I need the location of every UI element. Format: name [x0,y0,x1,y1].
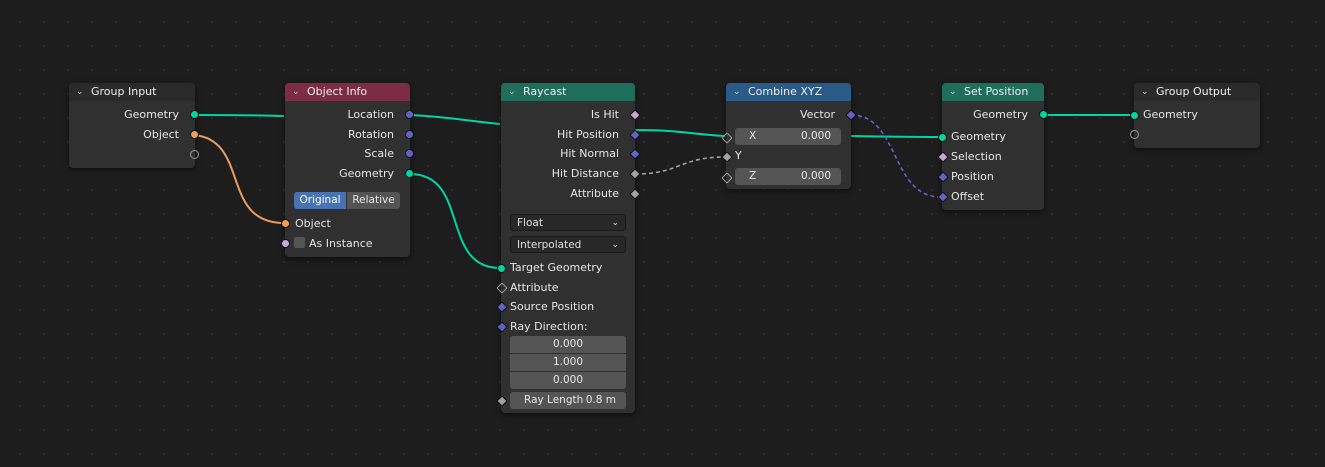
x-value: 0.000 [800,130,831,142]
output-hit-position: Hit Position [557,128,619,141]
node-title: Combine XYZ [748,85,823,98]
object-info-node[interactable]: ⌄ Object Info Location Rotation Scale Ge… [281,83,414,257]
input-selection: Selection [951,150,1002,163]
link-geometry-to-object-info [193,114,285,117]
input-source-position: Source Position [510,300,595,313]
group-input-header[interactable]: ⌄ Group Input [69,83,195,101]
ray-length-field[interactable]: Ray Length 0.8 m [510,392,626,409]
output-attribute: Attribute [570,187,619,200]
chevron-down-icon[interactable]: ⌄ [292,83,300,101]
output-vector: Vector [799,108,835,121]
node-links [193,113,1134,269]
output-object: Object [143,128,179,141]
original-button[interactable]: Original [294,192,346,209]
geometry-input-socket[interactable] [938,133,947,142]
link-location-to-raycast [409,114,501,125]
chevron-down-icon[interactable]: ⌄ [733,83,741,101]
ray-direction-y-value: 1.000 [552,356,584,368]
target-geometry-input-socket[interactable] [497,264,506,273]
group-output-header[interactable]: ⌄ Group Output [1134,83,1260,101]
mapping-dropdown[interactable]: Interpolated ⌄ [510,236,626,253]
input-y: Y [735,149,742,162]
group-output-node[interactable]: ⌄ Group Output Geometry [1130,83,1260,148]
ray-direction-z-value: 0.000 [552,374,584,386]
input-attribute: Attribute [510,281,559,294]
input-geometry: Geometry [1143,108,1198,121]
empty-output-socket[interactable] [190,150,199,159]
object-info-header[interactable]: ⌄ Object Info [285,83,410,101]
rotation-output-socket[interactable] [405,130,414,139]
ray-direction-z-field[interactable]: 0.000 [510,372,626,389]
z-value: 0.000 [800,170,831,182]
ray-direction-x-field[interactable]: 0.000 [510,336,626,353]
empty-input-socket[interactable] [1130,130,1139,139]
relative-button[interactable]: Relative [347,192,400,209]
chevron-down-icon[interactable]: ⌄ [1141,83,1149,101]
node-title: Set Position [964,85,1029,98]
input-geometry: Geometry [951,130,1006,143]
input-as-instance: As Instance [309,237,373,250]
output-geometry: Geometry [339,167,394,180]
z-field[interactable]: Z 0.000 [735,168,841,185]
dropdown-arrow-icon: ⌄ [611,218,619,228]
dropdown-arrow-icon: ⌄ [611,240,619,250]
geometry-output-socket[interactable] [405,169,414,178]
output-rotation: Rotation [347,128,394,141]
ray-length-label: Ray Length [524,394,584,406]
as-instance-input-socket[interactable] [281,239,290,248]
set-position-node[interactable]: ⌄ Set Position Geometry Geometry Selecti… [937,83,1048,210]
geometry-output-socket[interactable] [190,110,199,119]
group-input-node[interactable]: ⌄ Group Input Geometry Object [69,83,199,168]
x-field[interactable]: X 0.000 [735,128,841,145]
object-input-socket[interactable] [281,219,290,228]
output-scale: Scale [364,147,394,160]
link-raycast-to-set-position [850,135,942,138]
link-geometry-to-target-geometry [409,173,501,269]
geometry-input-socket[interactable] [1130,111,1139,120]
output-is-hit: Is Hit [590,108,619,121]
input-object: Object [295,217,331,230]
ray-length-value: 0.8 m [585,394,616,406]
location-output-socket[interactable] [405,110,414,119]
x-label: X [749,130,757,142]
output-hit-normal: Hit Normal [560,147,619,160]
chevron-down-icon[interactable]: ⌄ [508,83,516,101]
input-offset: Offset [951,190,985,203]
output-geometry: Geometry [124,108,179,121]
raycast-header[interactable]: ⌄ Raycast [501,83,635,101]
ray-direction-x-value: 0.000 [552,338,584,350]
data-type-value: Float [517,217,543,229]
output-hit-distance: Hit Distance [551,167,619,180]
output-geometry: Geometry [973,108,1028,121]
output-location: Location [347,108,394,121]
node-title: Group Output [1156,85,1232,98]
mapping-value: Interpolated [517,239,582,251]
combine-xyz-node[interactable]: ⌄ Combine XYZ Vector X 0.000 Y Z 0.000 [721,83,857,189]
node-title: Object Info [307,85,368,98]
set-position-header[interactable]: ⌄ Set Position [942,83,1044,101]
chevron-down-icon[interactable]: ⌄ [76,83,84,101]
object-output-socket[interactable] [190,130,199,139]
combine-xyz-header[interactable]: ⌄ Combine XYZ [726,83,851,101]
geometry-output-socket[interactable] [1039,110,1048,119]
ray-direction-y-field[interactable]: 1.000 [510,354,626,371]
z-label: Z [749,170,757,182]
as-instance-checkbox[interactable] [294,237,305,248]
link-object-to-object-info [193,134,285,224]
raycast-node[interactable]: ⌄ Raycast Is Hit Hit Position Hit Normal… [496,83,641,413]
link-hit-distance-to-y [634,156,726,175]
input-ray-direction: Ray Direction: [510,320,588,333]
link-vector-to-offset [850,114,942,198]
node-title: Group Input [91,85,157,98]
data-type-dropdown[interactable]: Float ⌄ [510,214,626,231]
input-position: Position [951,170,994,183]
link-hit-position-to-x [634,129,726,137]
node-title: Raycast [523,85,567,98]
scale-output-socket[interactable] [405,149,414,158]
input-target-geometry: Target Geometry [510,261,603,274]
chevron-down-icon[interactable]: ⌄ [949,83,957,101]
